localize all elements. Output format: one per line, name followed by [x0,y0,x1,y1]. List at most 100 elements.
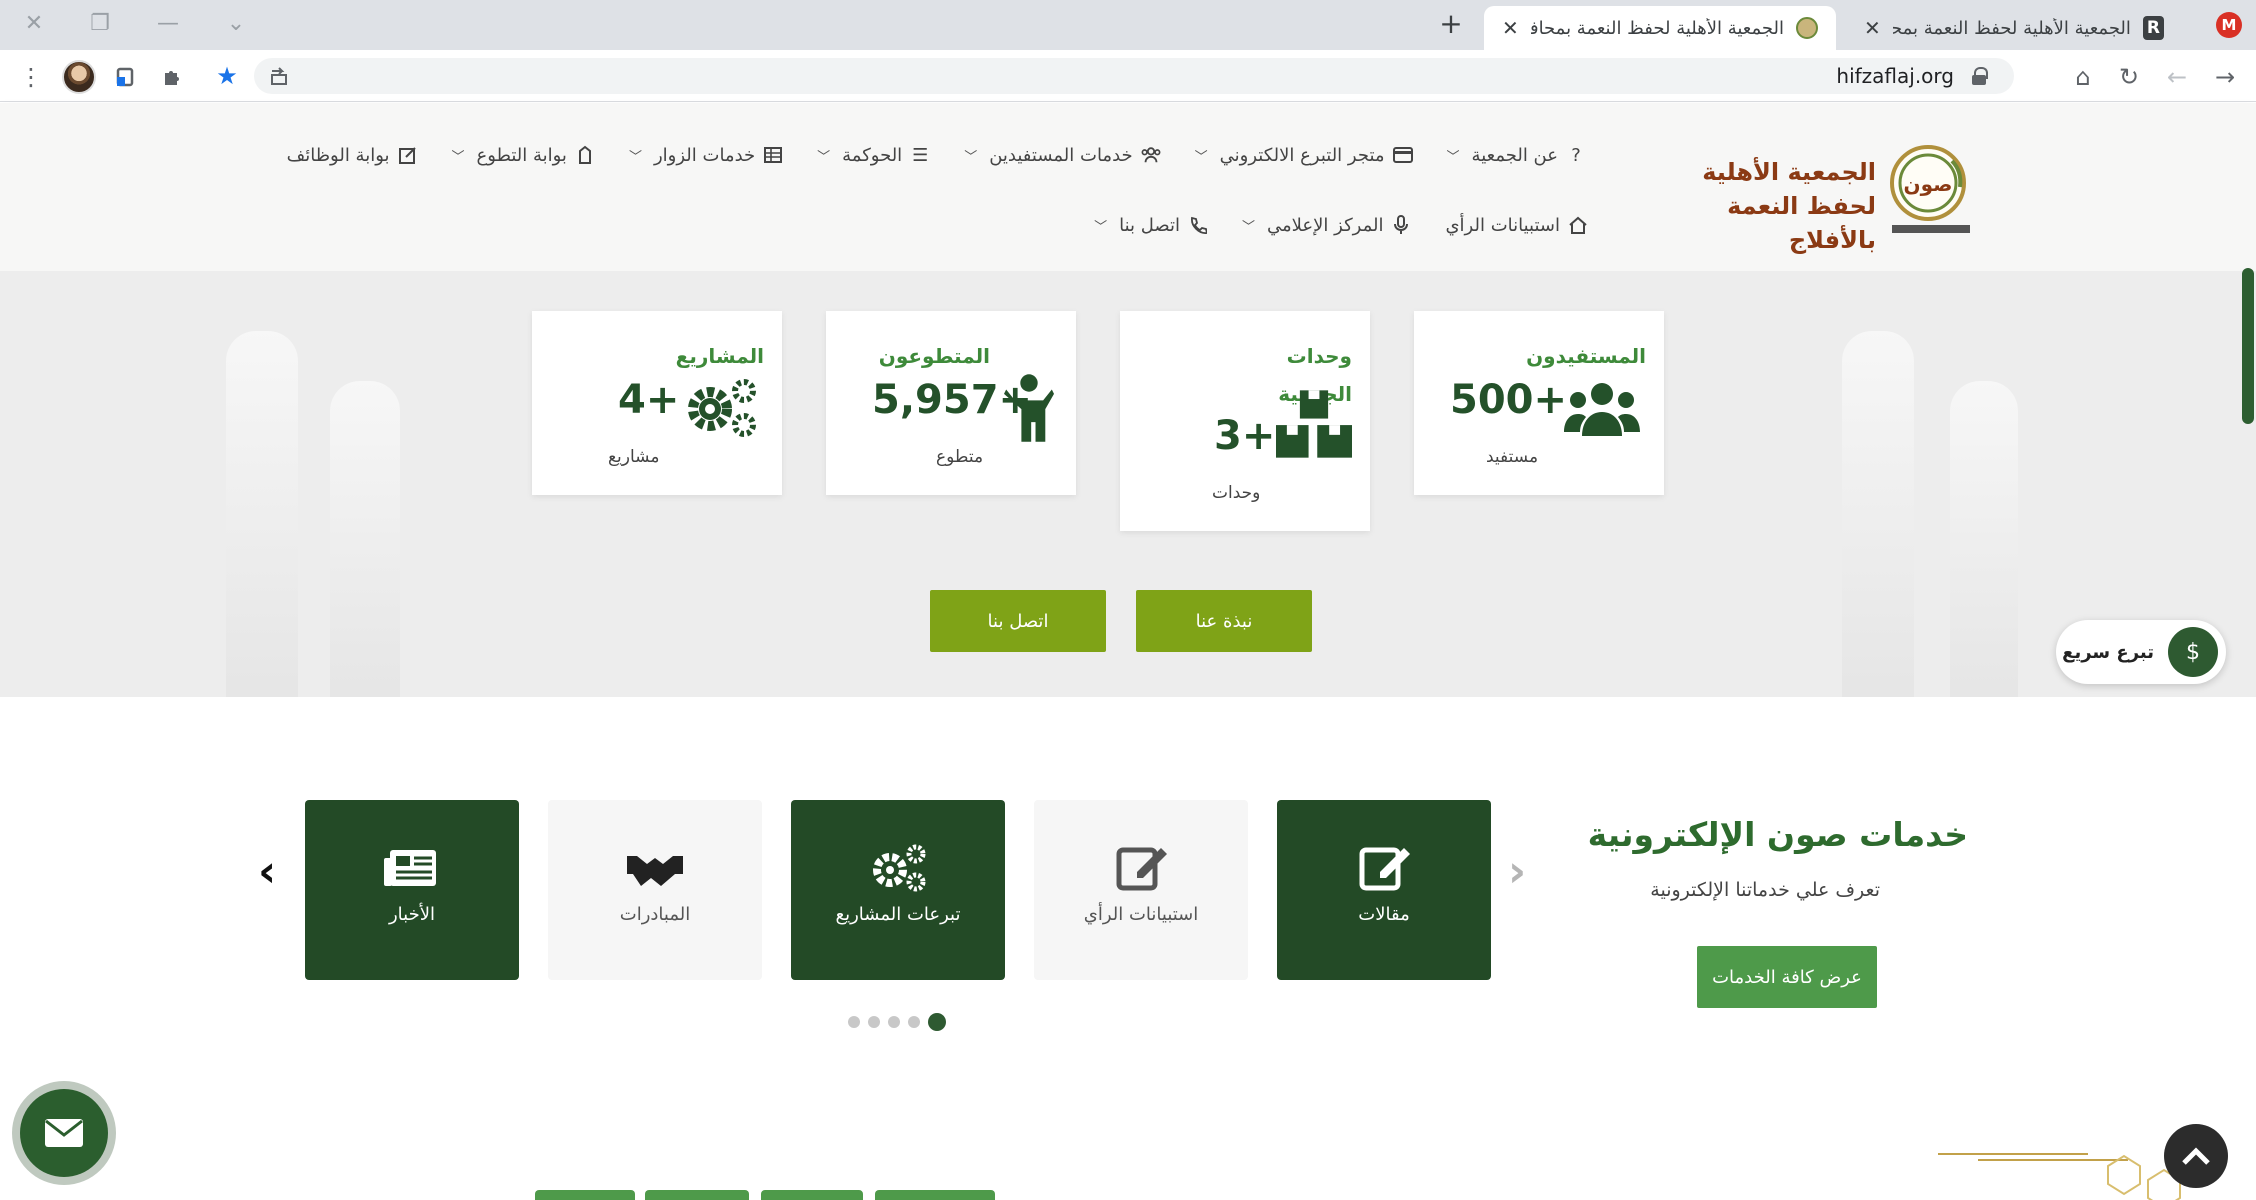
scroll-to-top-button[interactable] [2164,1124,2228,1188]
service-card-project-donations[interactable]: تبرعات المشاريع [791,800,1005,980]
logo-text-line1: الجمعية الأهلية [1702,158,1876,186]
nav-about[interactable]: ? عن الجمعية ﹀ [1447,145,1586,166]
nav-volunteer-portal[interactable]: بوابة التطوع ﹀ [452,145,595,166]
carousel-next-icon[interactable]: ‹ [258,850,276,894]
new-tab-button[interactable]: + [1434,10,1468,40]
nav-donation-store[interactable]: متجر التبرع الالكتروني ﹀ [1195,145,1413,166]
footer-tab[interactable] [535,1190,635,1200]
chevron-down-icon: ﹀ [1194,149,1208,165]
carousel-prev-icon[interactable]: › [1508,850,1526,894]
list-icon: ☰ [912,144,929,166]
stat-value: 3+ [1214,413,1276,459]
organization-logo[interactable]: صون [1888,143,1974,235]
edit-icon [398,145,418,165]
stat-value: 5,957+ [872,377,1033,423]
profile-avatar[interactable] [62,60,96,94]
page-scrollbar[interactable] [2242,268,2254,424]
users-icon [1141,145,1161,165]
nav-label: استبيانات الرأي [1445,214,1560,236]
stat-title: المستفيدون [1526,344,1646,368]
chevron-down-icon: ﹀ [1446,149,1460,165]
carousel-dot[interactable] [908,1016,920,1028]
table-icon [763,145,783,165]
nav-visitor-services[interactable]: خدمات الزوار ﹀ [629,145,783,166]
nav-media-center[interactable]: المركز الإعلامي ﹀ [1242,215,1411,236]
nav-beneficiary-services[interactable]: خدمات المستفيدين ﹀ [964,144,1161,166]
service-card-label: المبادرات [619,904,691,925]
handshake-icon [627,856,683,886]
tab-title: الجمعية الأهلية لحفظ النعمة بمحافظ [1892,17,2131,39]
tab-close-icon[interactable]: ✕ [1502,16,1519,40]
about-us-button[interactable]: نبذة عنا [1136,590,1312,652]
organization-name[interactable]: الجمعية الأهلية لحفظ النعمة بالأفلاج [1636,155,1876,257]
share-icon[interactable] [262,59,296,93]
view-all-services-button[interactable]: عرض كافة الخدمات [1697,946,1877,1008]
phone-icon [1188,215,1208,235]
tab-active[interactable]: الجمعية الأهلية لحفظ النعمة بمحافظ ✕ [1484,6,1836,50]
stat-card-units: وحدات الجمعية 3+ وحدات [1120,311,1370,531]
m-favicon-icon[interactable]: M [2216,12,2242,38]
services-subtitle: تعرف علي خدماتنا الإلكترونية [1650,879,1880,901]
address-bar[interactable]: ★ hifzaflaj.org [216,58,2014,94]
nav-label: بوابة التطوع [476,144,567,166]
home-icon[interactable]: ⌂ [2066,60,2100,94]
stat-title: المتطوعون [878,344,990,368]
tab-close-icon[interactable]: ✕ [1864,16,1881,40]
carousel-dot[interactable] [868,1016,880,1028]
nav-opinion-surveys[interactable]: استبيانات الرأي [1445,215,1588,236]
mic-icon [1391,215,1411,235]
carousel-dot[interactable] [888,1016,900,1028]
carousel-dots [848,1013,946,1031]
kebab-menu-icon[interactable]: ⋮ [14,60,48,94]
window-minimize-icon[interactable]: — [146,6,190,40]
window-restore-icon[interactable]: ❐ [78,6,122,40]
services-title: خدمات صون الإلكترونية [1587,815,1968,854]
site-favicon-icon [1796,17,1818,39]
nav-governance[interactable]: ☰ الحوكمة ﹀ [817,145,930,166]
puzzle-icon[interactable] [156,60,190,94]
window-close-icon[interactable]: ✕ [12,6,56,40]
nav-contact[interactable]: اتصل بنا ﹀ [1094,215,1208,236]
bookmark-star-icon[interactable]: ★ [210,59,244,93]
newspaper-icon [384,850,436,886]
tab-search-chevron-icon[interactable]: ⌄ [214,6,258,40]
service-card-news[interactable]: الأخبار [305,800,519,980]
tab-inactive[interactable]: R الجمعية الأهلية لحفظ النعمة بمحافظ ✕ [1846,6,2182,50]
shirt-icon [575,145,595,165]
reload-icon[interactable]: ↻ [2112,60,2146,94]
quick-donate-button[interactable]: $ تبرع سريع [2056,620,2226,684]
donate-hand-icon: $ [2168,627,2218,677]
lock-icon[interactable] [1972,67,1988,85]
service-card-surveys[interactable]: استبيانات الرأي [1034,800,1248,980]
nav-jobs-portal[interactable]: بوابة الوظائف [287,145,418,166]
stat-unit: متطوع [936,447,984,467]
stat-card-volunteers: المتطوعون 5,957+ متطوع [826,311,1076,495]
tab-title: الجمعية الأهلية لحفظ النعمة بمحافظ [1530,17,1784,39]
back-icon[interactable]: → [2208,60,2242,94]
browser-toolbar: ⋮ ★ hifzaflaj.org ⌂ ↻ ← → [0,50,2256,102]
chevron-down-icon: ﹀ [817,149,831,165]
footer-tab[interactable] [875,1190,995,1200]
minaret-decoration [330,381,400,697]
footer-tab[interactable] [645,1190,749,1200]
url-text: hifzaflaj.org [1836,64,1954,88]
minaret-decoration [1950,381,2018,697]
service-card-label: تبرعات المشاريع [835,904,961,925]
service-card-label: الأخبار [388,904,435,925]
contact-mail-button[interactable] [12,1081,116,1185]
carousel-dot-active[interactable] [928,1013,946,1031]
carousel-dot[interactable] [848,1016,860,1028]
contact-us-button[interactable]: اتصل بنا [930,590,1106,652]
stat-value: 4+ [618,377,680,423]
home-icon [1568,215,1588,235]
nav-label: الحوكمة [842,144,903,166]
service-card-articles[interactable]: مقالات [1277,800,1491,980]
service-card-initiatives[interactable]: المبادرات [548,800,762,980]
chevron-down-icon: ﹀ [628,149,642,165]
extension-icon[interactable] [108,60,142,94]
nav-label: المركز الإعلامي [1267,214,1384,236]
forward-icon[interactable]: ← [2160,60,2194,94]
nav-label: خدمات المستفيدين [989,144,1133,166]
stats-section: المستفيدون 500+ مستفيد وحدات الجمعية 3+ … [0,271,2256,697]
footer-tab[interactable] [761,1190,863,1200]
